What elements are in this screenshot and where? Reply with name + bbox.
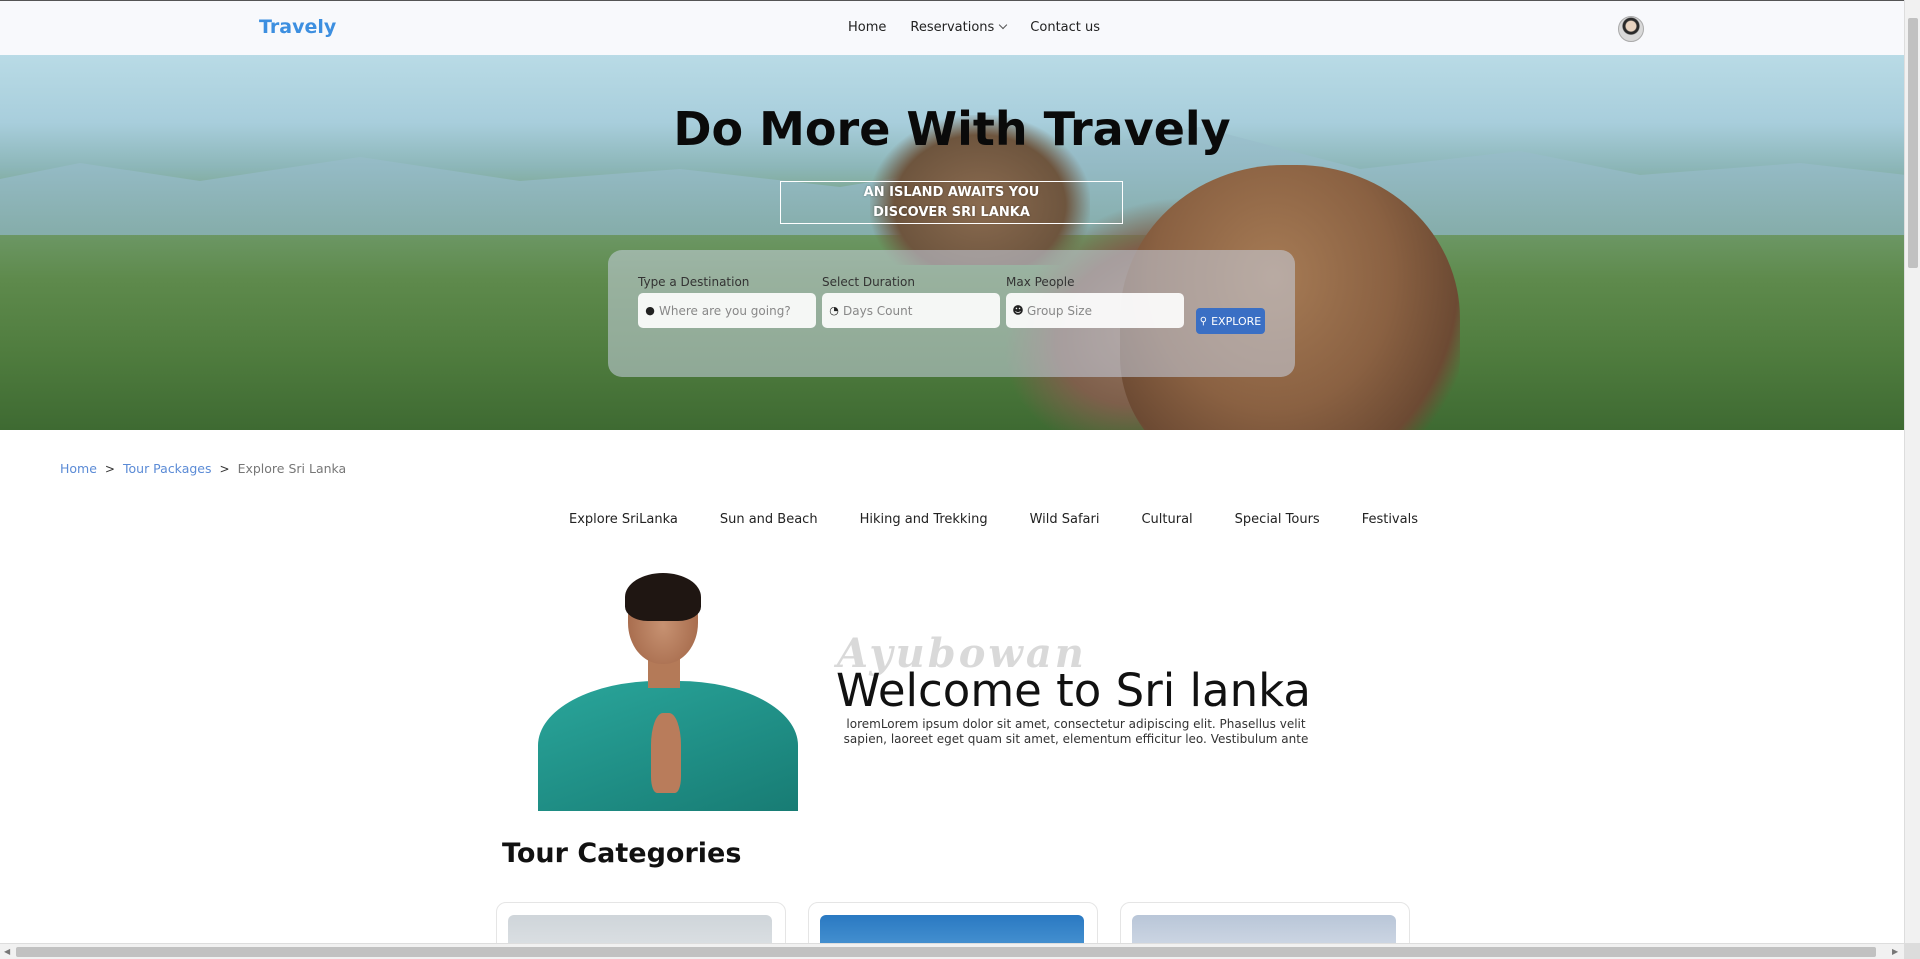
- breadcrumb-tour-packages[interactable]: Tour Packages: [123, 461, 212, 476]
- destination-field: Type a Destination ● Where are you going…: [638, 275, 816, 328]
- chevron-right-icon: >: [219, 461, 230, 476]
- hero-subtitle-box: AN ISLAND AWAITS YOU DISCOVER SRI LANKA: [780, 181, 1123, 224]
- people-placeholder: Group Size: [1027, 303, 1092, 318]
- lady-hair: [625, 573, 701, 621]
- nav-contact[interactable]: Contact us: [1030, 20, 1100, 35]
- nav-home[interactable]: Home: [848, 20, 886, 35]
- hero-subtitle-line1: AN ISLAND AWAITS YOU: [863, 185, 1040, 200]
- brand-logo[interactable]: Travely: [259, 16, 336, 38]
- tab-festivals[interactable]: Festivals: [1362, 512, 1418, 527]
- tab-special-tours[interactable]: Special Tours: [1235, 512, 1320, 527]
- nav-reservations[interactable]: Reservations: [910, 20, 1008, 35]
- user-avatar[interactable]: [1618, 16, 1644, 42]
- scroll-left-arrow-icon[interactable]: ◀: [4, 947, 10, 956]
- horizontal-scrollbar[interactable]: ◀ ▶: [0, 943, 1904, 959]
- explore-button-label: EXPLORE: [1211, 314, 1262, 328]
- tab-wild-safari[interactable]: Wild Safari: [1030, 512, 1100, 527]
- clock-icon: ◔: [829, 304, 839, 317]
- search-icon: ⚲: [1199, 315, 1208, 327]
- duration-label: Select Duration: [822, 275, 915, 289]
- duration-field: Select Duration ◔ Days Count: [822, 275, 1000, 328]
- chevron-down-icon: [999, 20, 1008, 30]
- nav-links: Home Reservations Contact us: [848, 20, 1100, 35]
- hero-subtitle-line2: DISCOVER SRI LANKA: [873, 205, 1030, 220]
- tab-cultural[interactable]: Cultural: [1141, 512, 1192, 527]
- destination-placeholder: Where are you going?: [659, 303, 791, 318]
- chevron-right-icon: >: [104, 461, 115, 476]
- map-pin-icon: ●: [645, 304, 655, 317]
- vertical-scroll-thumb[interactable]: [1908, 18, 1918, 268]
- hero-banner: Do More With Travely AN ISLAND AWAITS YO…: [0, 55, 1904, 430]
- explore-button[interactable]: ⚲ EXPLORE: [1196, 308, 1265, 334]
- top-navbar: Travely Home Reservations Contact us: [0, 0, 1904, 55]
- tab-explore-srilanka[interactable]: Explore SriLanka: [569, 512, 678, 527]
- welcome-description: loremLorem ipsum dolor sit amet, consect…: [843, 717, 1309, 746]
- breadcrumb: Home > Tour Packages > Explore Sri Lanka: [60, 461, 346, 476]
- welcome-title: Welcome to Sri lanka: [836, 664, 1311, 717]
- people-input[interactable]: ☻ Group Size: [1006, 293, 1184, 328]
- nav-reservations-label: Reservations: [910, 20, 995, 35]
- duration-input[interactable]: ◔ Days Count: [822, 293, 1000, 328]
- welcome-lady-image: [533, 573, 803, 811]
- people-label: Max People: [1006, 275, 1075, 289]
- hero-title: Do More With Travely: [673, 102, 1231, 156]
- vertical-scrollbar[interactable]: [1904, 0, 1920, 943]
- people-field: Max People ☻ Group Size: [1006, 275, 1184, 328]
- tour-categories-title: Tour Categories: [502, 838, 742, 869]
- users-icon: ☻: [1012, 304, 1024, 317]
- scroll-right-arrow-icon[interactable]: ▶: [1892, 947, 1898, 956]
- tab-hiking-and-trekking[interactable]: Hiking and Trekking: [860, 512, 988, 527]
- destination-label: Type a Destination: [638, 275, 750, 289]
- breadcrumb-home[interactable]: Home: [60, 461, 97, 476]
- tab-sun-and-beach[interactable]: Sun and Beach: [720, 512, 818, 527]
- search-panel: Type a Destination ● Where are you going…: [608, 250, 1295, 377]
- duration-placeholder: Days Count: [843, 303, 913, 318]
- welcome-title-part1: Welcome to: [836, 664, 1116, 717]
- horizontal-scroll-thumb[interactable]: [16, 947, 1876, 957]
- breadcrumb-current: Explore Sri Lanka: [237, 461, 347, 476]
- welcome-title-part2: Sri lanka: [1115, 664, 1311, 717]
- lady-hands: [651, 713, 681, 793]
- category-tabs: Explore SriLanka Sun and Beach Hiking an…: [569, 512, 1418, 527]
- scrollbar-corner: [1904, 943, 1920, 959]
- destination-input[interactable]: ● Where are you going?: [638, 293, 816, 328]
